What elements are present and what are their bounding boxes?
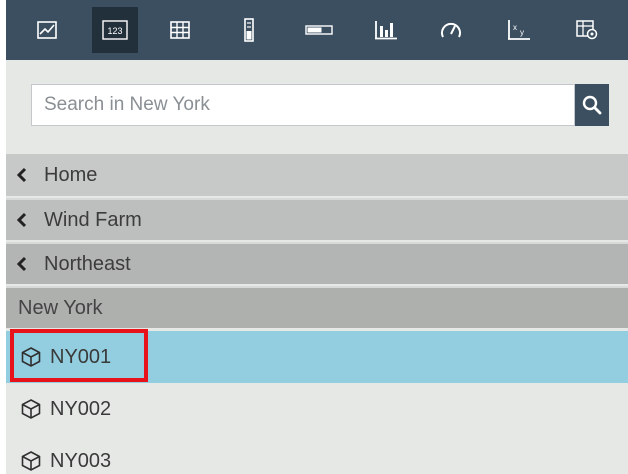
- dial-gauge-icon: [441, 22, 461, 38]
- breadcrumb-home[interactable]: Home: [6, 154, 628, 196]
- svg-text:x: x: [513, 23, 517, 32]
- current-location-label: New York: [18, 296, 103, 319]
- table-settings-button[interactable]: [564, 7, 610, 53]
- chevron-left-icon: [16, 212, 38, 228]
- horizontal-gauge-button[interactable]: [296, 7, 342, 53]
- xy-plot-button[interactable]: x y: [496, 7, 542, 53]
- breadcrumb-northeast[interactable]: Northeast: [6, 242, 628, 284]
- list-item-ny003[interactable]: NY003: [6, 435, 628, 474]
- search-bar: [31, 84, 609, 126]
- search-icon: [582, 95, 602, 115]
- list-item-label: NY002: [50, 397, 112, 420]
- search-input[interactable]: [31, 84, 575, 126]
- horizontal-gauge-icon: [305, 25, 333, 35]
- cube-icon: [20, 345, 44, 369]
- numeric-value-button[interactable]: 123: [92, 7, 138, 53]
- svg-text:y: y: [520, 28, 524, 37]
- chevron-left-icon: [16, 256, 38, 272]
- toolbar: 123 x y: [6, 0, 628, 60]
- cube-icon: [20, 397, 44, 421]
- cube-icon: [20, 449, 44, 473]
- list-item-ny002[interactable]: NY002: [6, 383, 628, 435]
- list-item-ny001[interactable]: NY001: [6, 331, 628, 383]
- numeric-123-icon: 123: [102, 20, 128, 40]
- list-item-label: NY003: [50, 449, 112, 472]
- line-chart-button[interactable]: [24, 7, 70, 53]
- current-location-header: New York: [6, 286, 628, 328]
- asset-browser-panel: 123 x y Search in New York Home Wind Far…: [6, 0, 628, 474]
- breadcrumb-wind-farm[interactable]: Wind Farm: [6, 198, 628, 240]
- bar-chart-button[interactable]: [363, 7, 409, 53]
- breadcrumb-label: Home: [44, 163, 98, 186]
- bar-chart-icon: [375, 21, 397, 40]
- vertical-gauge-button[interactable]: [226, 7, 272, 53]
- table-button[interactable]: [157, 7, 203, 53]
- dial-gauge-button[interactable]: [428, 7, 474, 53]
- chevron-left-icon: [16, 167, 38, 183]
- line-chart-icon: [37, 21, 57, 39]
- search-button[interactable]: [575, 84, 609, 126]
- vertical-gauge-icon: [244, 18, 254, 42]
- breadcrumb-label: Wind Farm: [44, 208, 142, 231]
- list-item-label: NY001: [50, 345, 112, 368]
- xy-plot-icon: x y: [508, 20, 530, 40]
- numeric-icon-label: 123: [107, 26, 122, 36]
- breadcrumb-label: Northeast: [44, 252, 131, 275]
- table-settings-icon: [576, 20, 598, 40]
- grid-table-icon: [170, 21, 190, 39]
